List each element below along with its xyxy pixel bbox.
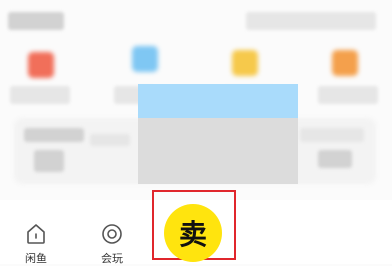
sell-label: 卖 bbox=[178, 218, 207, 251]
blurred-category-icon-1 bbox=[28, 52, 54, 78]
overlay-gray-panel bbox=[138, 118, 298, 184]
tab-xianyu[interactable]: 闲鱼 bbox=[24, 222, 48, 266]
blurred-card-text-1 bbox=[24, 128, 84, 142]
overlay-blue-panel bbox=[138, 84, 298, 118]
tab-huiwan[interactable]: 会玩 bbox=[100, 222, 124, 266]
blurred-card-text-3 bbox=[300, 128, 364, 142]
blurred-category-icon-2 bbox=[132, 46, 158, 72]
blurred-card-text-4 bbox=[318, 150, 352, 168]
blurred-card-text-2 bbox=[90, 134, 130, 146]
blurred-header-left bbox=[8, 12, 64, 30]
home-icon bbox=[27, 224, 45, 244]
blurred-category-icon-4 bbox=[332, 50, 358, 76]
sell-button[interactable]: 卖 bbox=[164, 204, 222, 262]
blurred-category-label-4 bbox=[318, 86, 378, 104]
blurred-card-thumb bbox=[34, 150, 64, 172]
sell-highlight-box: 卖 bbox=[152, 190, 236, 262]
blurred-category-icon-3 bbox=[232, 50, 258, 76]
blurred-category-label-1 bbox=[10, 86, 70, 104]
blurred-header-right bbox=[246, 12, 376, 30]
circle-play-icon bbox=[102, 224, 122, 244]
